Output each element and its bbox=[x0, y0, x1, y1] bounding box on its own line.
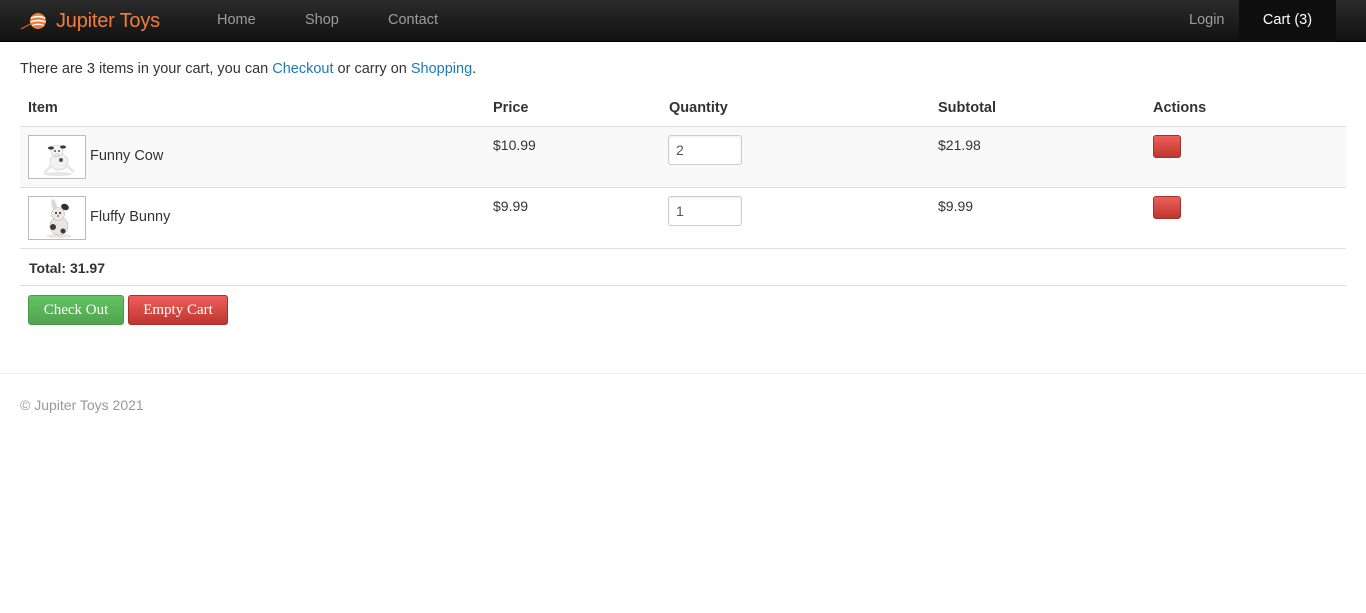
cow-toy-icon bbox=[28, 135, 86, 179]
item-name: Funny Cow bbox=[90, 148, 164, 164]
item-name: Fluffy Bunny bbox=[90, 209, 171, 225]
item-price: $9.99 bbox=[493, 198, 529, 214]
bunny-toy-icon bbox=[28, 196, 86, 240]
brand-link[interactable]: Jupiter Toys bbox=[20, 0, 160, 42]
planet-logo-icon bbox=[20, 13, 46, 30]
table-row: Fluffy Bunny $9.99 $9.99 bbox=[20, 188, 1346, 249]
checkout-link[interactable]: Checkout bbox=[272, 61, 333, 77]
item-subtotal: $9.99 bbox=[938, 198, 974, 214]
total-row: Total: 31.97 bbox=[20, 249, 1346, 286]
cart-message-text: There are 3 items in your cart, you can bbox=[20, 61, 273, 77]
header-price: Price bbox=[493, 100, 529, 116]
check-out-button[interactable]: Check Out bbox=[28, 295, 124, 325]
brand-name: Jupiter Toys bbox=[56, 9, 160, 32]
item-price: $10.99 bbox=[493, 137, 536, 153]
shopping-link[interactable]: Shopping bbox=[411, 61, 472, 77]
table-header: Item Price Quantity Subtotal Actions bbox=[20, 88, 1346, 127]
nav-shop[interactable]: Shop bbox=[305, 0, 339, 42]
nav-home[interactable]: Home bbox=[217, 0, 256, 42]
item-subtotal: $21.98 bbox=[938, 137, 981, 153]
quantity-input[interactable] bbox=[668, 196, 742, 226]
empty-cart-button[interactable]: Empty Cart bbox=[128, 295, 228, 325]
remove-item-button[interactable] bbox=[1153, 196, 1181, 219]
cart-message-end: . bbox=[472, 61, 477, 77]
header-actions: Actions bbox=[1153, 100, 1207, 116]
nav-contact[interactable]: Contact bbox=[388, 0, 438, 42]
quantity-input[interactable] bbox=[668, 135, 742, 165]
table-row: Funny Cow $10.99 $21.98 bbox=[20, 127, 1346, 188]
cart-total: Total: 31.97 bbox=[29, 260, 105, 276]
nav-login[interactable]: Login bbox=[1189, 0, 1224, 42]
nav-cart[interactable]: Cart (3) bbox=[1239, 0, 1336, 42]
remove-item-button[interactable] bbox=[1153, 135, 1181, 158]
footer-copyright: © Jupiter Toys 2021 bbox=[20, 397, 144, 413]
cart-table: Item Price Quantity Subtotal Actions Fun… bbox=[20, 88, 1346, 286]
header-subtotal: Subtotal bbox=[938, 100, 996, 116]
cart-message: There are 3 items in your cart, you can … bbox=[20, 61, 476, 77]
top-navbar: Jupiter Toys Home Shop Contact Login Car… bbox=[0, 0, 1366, 42]
footer-divider bbox=[0, 373, 1366, 374]
header-quantity: Quantity bbox=[669, 100, 728, 116]
cart-message-middle: or carry on bbox=[333, 61, 411, 77]
header-item: Item bbox=[28, 100, 58, 116]
